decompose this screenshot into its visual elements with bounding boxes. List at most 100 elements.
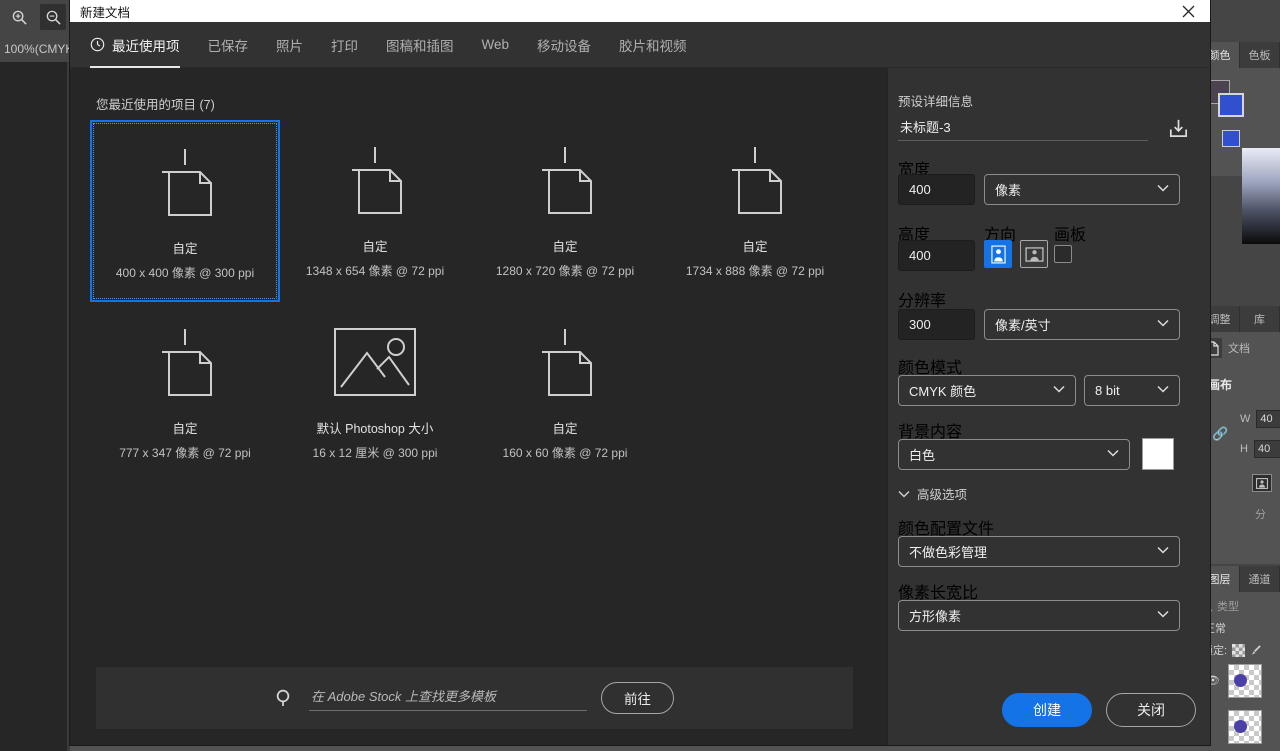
tab-photo[interactable]: 照片 (276, 22, 303, 68)
document-icon (280, 120, 470, 240)
orientation-group (984, 240, 1048, 268)
list-item[interactable] (1228, 710, 1262, 744)
tab-channels[interactable]: 通道 (1240, 566, 1280, 592)
photo-icon (280, 302, 470, 422)
dialog-action-buttons: 创建 关闭 (1002, 693, 1196, 727)
right-panel-dock: 颜色 色板 调整 库 文档 画布 🔗 W 40 H 40 分 图层 通道 类型 … (1200, 0, 1280, 751)
tab-web[interactable]: Web (482, 22, 510, 68)
advanced-options-toggle[interactable]: 高级选项 (898, 484, 967, 503)
stock-go-button[interactable]: 前往 (601, 682, 674, 714)
tab-saved[interactable]: 已保存 (208, 22, 249, 68)
tab-libraries[interactable]: 库 (1240, 306, 1280, 332)
foreground-color-swatch[interactable] (1218, 93, 1244, 117)
chevron-down-icon (1157, 319, 1169, 331)
properties-panel: 文档 画布 🔗 W 40 H 40 分 (1200, 332, 1280, 564)
dialog-titlebar: 新建文档 (70, 0, 1210, 22)
color-ramp-swatch[interactable] (1222, 130, 1240, 147)
dialog-title: 新建文档 (80, 5, 131, 20)
new-document-dialog: 新建文档 最近使用项 已保存 照片 打印 图稿和插图 Web 移动设备 胶片和视… (70, 0, 1210, 745)
chevron-down-icon (1157, 610, 1169, 622)
preset-row: 自定 777 x 347 像素 @ 72 ppi 默认 Photoshop 大小… (90, 302, 880, 484)
details-section-title: 预设详细信息 (898, 95, 974, 109)
layer-thumbnail (1234, 720, 1247, 733)
background-color-swatch[interactable] (1142, 438, 1174, 470)
width-unit-value: 像素 (995, 183, 1022, 198)
zoom-status-text: 100%(CMYK (4, 42, 74, 56)
preset-card-6[interactable]: 默认 Photoshop 大小 16 x 12 厘米 @ 300 ppi (280, 302, 470, 484)
resolution-unit-select[interactable]: 像素/英寸 (984, 309, 1180, 340)
save-preset-icon[interactable] (1167, 117, 1190, 140)
preset-dims: 1348 x 654 像素 @ 72 ppi (305, 264, 445, 278)
tab-film-video[interactable]: 胶片和视频 (619, 22, 687, 68)
close-icon[interactable] (1166, 0, 1210, 22)
preset-card-7[interactable]: 自定 160 x 60 像素 @ 72 ppi (470, 302, 660, 484)
tab-art-illustration[interactable]: 图稿和插图 (386, 22, 454, 68)
canvas-resolution-label: 分 (1255, 509, 1266, 521)
pixel-aspect-select[interactable]: 方形像素 (898, 600, 1180, 631)
stock-search-input[interactable] (309, 685, 587, 711)
canvas-width-field[interactable]: 40 (1256, 410, 1280, 428)
color-panel-tabs: 颜色 色板 (1200, 42, 1280, 68)
document-name-input[interactable] (898, 116, 1148, 141)
list-item[interactable] (1228, 664, 1262, 698)
height-input[interactable]: 400 (898, 240, 975, 271)
dialog-body: 您最近使用的项目 (7) 自定 400 x 400 像素 @ 300 ppi 自… (70, 68, 1210, 745)
width-unit-select[interactable]: 像素 (984, 174, 1180, 205)
bit-depth-select[interactable]: 8 bit (1084, 375, 1180, 406)
chevron-down-icon (898, 490, 910, 498)
properties-canvas-title: 画布 (1208, 378, 1233, 392)
color-gradient-strip[interactable] (1242, 148, 1280, 244)
preset-dims: 1734 x 888 像素 @ 72 ppi (685, 264, 825, 278)
width-input[interactable]: 400 (898, 174, 975, 205)
preset-card-5[interactable]: 自定 777 x 347 像素 @ 72 ppi (90, 302, 280, 484)
chevron-down-icon (1053, 385, 1065, 397)
zoom-out-icon[interactable] (40, 4, 66, 30)
preset-grid: 自定 400 x 400 像素 @ 300 ppi 自定 1348 x 654 … (90, 120, 880, 484)
tab-recent[interactable]: 最近使用项 (90, 22, 180, 68)
canvas-width-label: W (1240, 413, 1251, 425)
preset-name: 自定 (172, 242, 198, 256)
color-mode-select[interactable]: CMYK 颜色 (898, 375, 1076, 406)
tab-swatches[interactable]: 色板 (1240, 42, 1280, 68)
chevron-down-icon (1157, 546, 1169, 558)
artboard-checkbox[interactable] (1054, 245, 1072, 263)
preset-card-3[interactable]: 自定 1280 x 720 像素 @ 72 ppi (470, 120, 660, 302)
lock-transparency-icon[interactable] (1232, 643, 1246, 657)
lock-controls: 锁定: (1202, 642, 1262, 658)
canvas-area (0, 62, 70, 751)
preset-card-1[interactable]: 自定 400 x 400 像素 @ 300 ppi (90, 120, 280, 302)
color-mode-value: CMYK 颜色 (909, 384, 977, 399)
preset-row: 自定 400 x 400 像素 @ 300 ppi 自定 1348 x 654 … (90, 120, 880, 302)
preset-name: 自定 (552, 422, 578, 436)
category-tabs: 最近使用项 已保存 照片 打印 图稿和插图 Web 移动设备 胶片和视频 (70, 22, 1210, 68)
create-button[interactable]: 创建 (1002, 693, 1092, 727)
preset-card-4[interactable]: 自定 1734 x 888 像素 @ 72 ppi (660, 120, 850, 302)
advanced-options-label: 高级选项 (917, 488, 968, 502)
chevron-down-icon (1157, 184, 1169, 196)
tab-mobile[interactable]: 移动设备 (537, 22, 591, 68)
canvas-orientation-icon[interactable] (1252, 474, 1272, 492)
preset-dims: 1280 x 720 像素 @ 72 ppi (495, 264, 635, 278)
preset-dims: 400 x 400 像素 @ 300 ppi (115, 266, 255, 280)
layers-panel-tabs: 图层 通道 (1200, 566, 1280, 592)
close-button[interactable]: 关闭 (1106, 693, 1196, 727)
resolution-unit-value: 像素/英寸 (995, 318, 1051, 333)
color-profile-select[interactable]: 不做色彩管理 (898, 536, 1180, 567)
background-select[interactable]: 白色 (898, 439, 1130, 470)
link-icon[interactable]: 🔗 (1212, 426, 1228, 442)
zoom-in-icon[interactable] (6, 4, 32, 30)
document-icon (90, 302, 280, 422)
portrait-orientation-icon[interactable] (984, 240, 1012, 268)
chevron-down-icon (1157, 385, 1169, 397)
resolution-input[interactable]: 300 (898, 309, 975, 340)
layer-filter[interactable]: 类型 (1202, 596, 1278, 616)
document-name-row (898, 116, 1190, 141)
preset-card-2[interactable]: 自定 1348 x 654 像素 @ 72 ppi (280, 120, 470, 302)
tab-print[interactable]: 打印 (331, 22, 358, 68)
landscape-orientation-icon[interactable] (1020, 240, 1048, 268)
presets-pane: 您最近使用的项目 (7) 自定 400 x 400 像素 @ 300 ppi 自… (70, 68, 887, 745)
color-panel (1200, 68, 1280, 244)
lock-brush-icon[interactable] (1250, 644, 1262, 656)
canvas-height-field[interactable]: 40 (1253, 440, 1280, 458)
document-icon (92, 122, 278, 242)
